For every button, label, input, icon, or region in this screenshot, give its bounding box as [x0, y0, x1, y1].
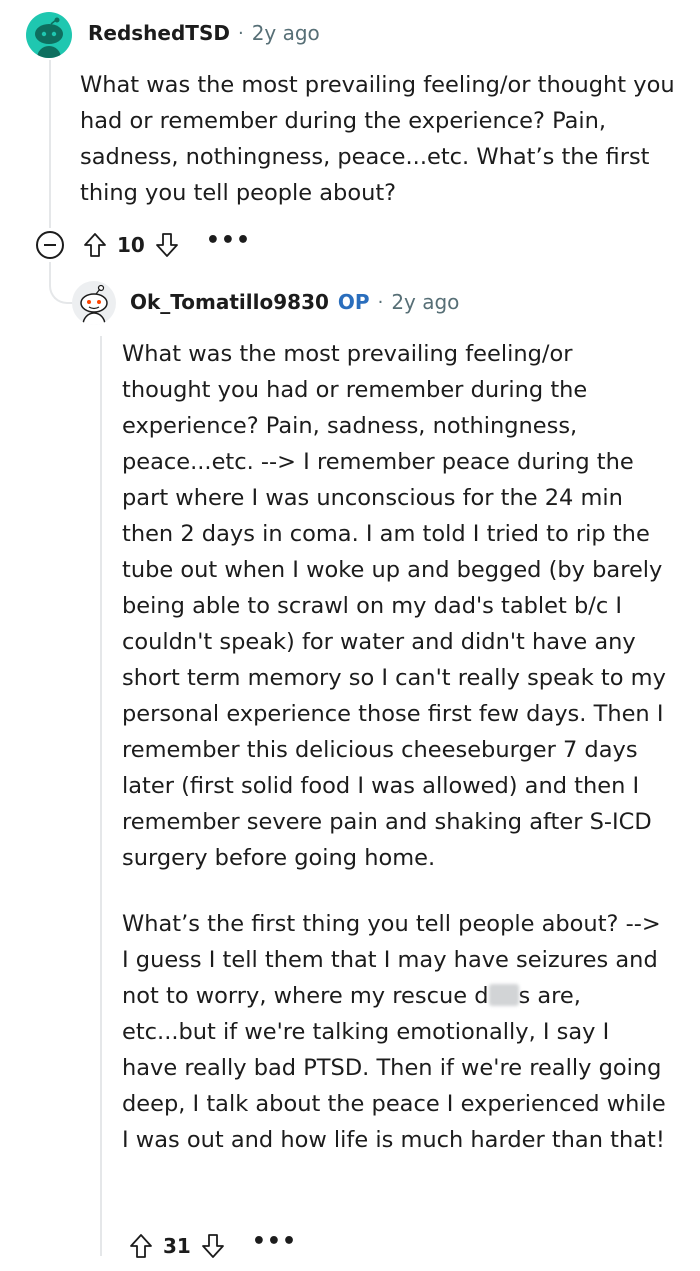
meta-separator: ·	[237, 22, 244, 44]
arrow-down-icon[interactable]	[200, 1232, 226, 1260]
comment-paragraph: What was the most prevailing feeling/or …	[80, 72, 675, 206]
redaction-blur	[488, 984, 519, 1006]
meta-separator: ·	[377, 291, 384, 313]
user-avatar[interactable]	[26, 12, 72, 58]
arrow-up-icon[interactable]	[82, 231, 108, 259]
comment-actions: 10 •••	[36, 230, 251, 259]
user-avatar[interactable]	[72, 281, 116, 325]
comment-body: What was the most prevailing feeling/or …	[122, 336, 667, 1158]
timestamp[interactable]: 2y ago	[252, 21, 320, 45]
arrow-up-icon[interactable]	[128, 1232, 154, 1260]
snoo-avatar-icon	[35, 17, 63, 58]
comment-body: What was the most prevailing feeling/or …	[80, 67, 680, 211]
snoo-avatar-icon	[80, 284, 108, 325]
more-dots-icon[interactable]: •••	[206, 230, 251, 254]
vote-score: 31	[163, 1234, 191, 1258]
username-link[interactable]: Ok_Tomatillo9830	[130, 290, 329, 314]
comment-actions: 31 •••	[128, 1231, 297, 1260]
thread-connector	[49, 262, 73, 304]
comment-paragraph: What was the most prevailing feeling/or …	[122, 341, 666, 871]
collapse-icon[interactable]	[36, 231, 64, 259]
timestamp[interactable]: 2y ago	[391, 290, 459, 314]
comment-paragraph: What’s the first thing you tell people a…	[122, 906, 667, 1158]
comment-meta: RedshedTSD · 2y ago	[88, 21, 320, 45]
thread-line-reply	[100, 336, 102, 1256]
arrow-down-icon[interactable]	[154, 231, 180, 259]
op-badge: OP	[337, 290, 370, 314]
thread-line	[49, 60, 51, 228]
more-dots-icon[interactable]: •••	[252, 1231, 297, 1255]
vote-score: 10	[117, 233, 145, 257]
comment-meta: Ok_Tomatillo9830 OP · 2y ago	[130, 290, 459, 314]
username-link[interactable]: RedshedTSD	[88, 21, 230, 45]
